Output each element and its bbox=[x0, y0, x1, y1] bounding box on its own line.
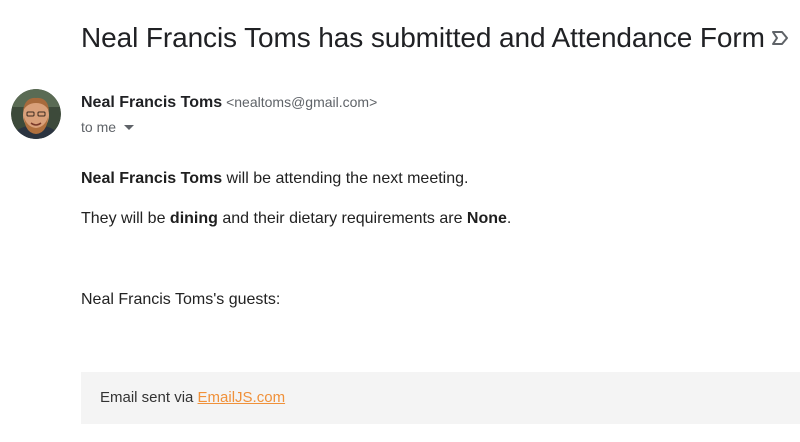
dietary-requirements: None bbox=[466, 210, 507, 227]
avatar[interactable] bbox=[11, 89, 61, 139]
emailjs-link[interactable]: EmailJS.com bbox=[198, 389, 286, 406]
dining-status: dining bbox=[169, 210, 218, 227]
recipient-dropdown[interactable]: to me bbox=[81, 117, 135, 137]
attendee-name: Neal Francis Toms bbox=[81, 170, 223, 187]
chevron-down-icon[interactable] bbox=[124, 124, 135, 130]
email-view: Neal Francis Toms has submitted and Atte… bbox=[0, 0, 800, 442]
footer-prefix: Email sent via bbox=[100, 389, 198, 406]
dietary-paragraph: They will be dining and their dietary re… bbox=[81, 209, 511, 229]
sender-email: <nealtoms@gmail.com> bbox=[226, 94, 378, 110]
footer-text: Email sent via EmailJS.com bbox=[100, 388, 285, 408]
email-subject: Neal Francis Toms has submitted and Atte… bbox=[81, 22, 765, 53]
sender-line: Neal Francis Toms <nealtoms@gmail.com> bbox=[81, 92, 377, 113]
attendance-text: will be attending the next meeting. bbox=[222, 170, 469, 187]
sender-name[interactable]: Neal Francis Toms bbox=[81, 94, 222, 111]
subject-row: Neal Francis Toms has submitted and Atte… bbox=[81, 19, 765, 57]
dietary-text-pre: They will be bbox=[81, 210, 170, 227]
recipient-label: to me bbox=[81, 119, 117, 135]
guests-heading: Neal Francis Toms's guests: bbox=[81, 291, 281, 308]
attendance-paragraph: Neal Francis Toms will be attending the … bbox=[81, 169, 468, 189]
label-arrow-icon[interactable] bbox=[769, 27, 791, 49]
dietary-text-end: . bbox=[506, 210, 512, 227]
dietary-text-mid: and their dietary requirements are bbox=[217, 210, 467, 227]
email-footer: Email sent via EmailJS.com bbox=[81, 372, 800, 424]
